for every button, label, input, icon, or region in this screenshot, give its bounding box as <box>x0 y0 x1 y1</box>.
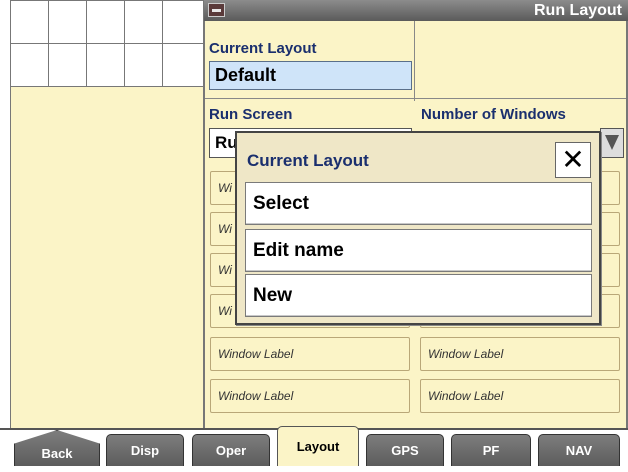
close-icon: ✕ <box>561 144 585 175</box>
grid-cell <box>125 44 163 87</box>
window-title: Run Layout <box>534 1 622 19</box>
window-slot-right-6[interactable]: Window Label <box>420 379 620 413</box>
window-slot-left-6[interactable]: Window Label <box>210 379 410 413</box>
display-icon <box>208 3 225 17</box>
tab-oper[interactable]: Oper <box>192 434 270 466</box>
tab-nav[interactable]: NAV <box>538 434 620 466</box>
grid-cell <box>87 44 125 87</box>
tab-layout[interactable]: Layout <box>277 426 359 466</box>
window-slot-label: Window Label <box>428 389 504 403</box>
horizontal-divider <box>205 98 626 99</box>
title-bar: Run Layout <box>204 0 628 21</box>
window-slot-right-5[interactable]: Window Label <box>420 337 620 371</box>
tab-label: Back <box>41 446 73 461</box>
left-panel <box>10 86 204 428</box>
tab-gps[interactable]: GPS <box>366 434 444 466</box>
tab-label: NAV <box>565 443 593 458</box>
grid-cell <box>11 1 49 44</box>
window-slot-label: Wi <box>218 263 232 277</box>
tab-pf[interactable]: PF <box>451 434 531 466</box>
grid-cell <box>49 44 87 87</box>
tab-label: PF <box>482 443 500 458</box>
grid-cell <box>11 44 49 87</box>
left-empty-grid <box>10 0 204 87</box>
number-of-windows-label: Number of Windows <box>421 106 566 123</box>
window-slot-label: Wi <box>218 304 232 318</box>
menu-item-label: New <box>253 284 293 306</box>
tab-label: Disp <box>130 443 160 458</box>
grid-cell <box>163 1 204 44</box>
close-button[interactable]: ✕ <box>555 142 591 178</box>
window-slot-left-5[interactable]: Window Label <box>210 337 410 371</box>
grid-cell <box>125 1 163 44</box>
menu-item-label: Edit name <box>253 239 344 261</box>
menu-item-select[interactable]: Select <box>245 182 592 225</box>
window-slot-label: Wi <box>218 181 232 195</box>
current-layout-label: Current Layout <box>209 40 317 57</box>
tab-label: GPS <box>391 443 419 458</box>
popup-title: Current Layout <box>247 151 369 170</box>
menu-item-label: Select <box>253 192 309 214</box>
tab-label: Oper <box>215 443 247 458</box>
window-slot-label: Window Label <box>218 347 294 361</box>
number-of-windows-dropdown[interactable] <box>600 128 624 158</box>
grid-cell <box>163 44 204 87</box>
window-slot-label: Window Label <box>218 389 294 403</box>
run-screen-label: Run Screen <box>209 106 293 123</box>
tab-disp[interactable]: Disp <box>106 434 184 466</box>
menu-item-new[interactable]: New <box>245 274 592 317</box>
tab-label: Layout <box>296 439 340 454</box>
grid-cell <box>87 1 125 44</box>
window-slot-label: Wi <box>218 222 232 236</box>
grid-cell <box>49 1 87 44</box>
chevron-down-icon <box>605 135 619 150</box>
menu-item-edit-name[interactable]: Edit name <box>245 229 592 272</box>
vertical-divider <box>414 21 415 101</box>
current-layout-field[interactable]: Default <box>209 61 412 90</box>
current-layout-popup: Current Layout ✕ Select Edit name New <box>235 131 601 325</box>
window-slot-label: Window Label <box>428 347 504 361</box>
